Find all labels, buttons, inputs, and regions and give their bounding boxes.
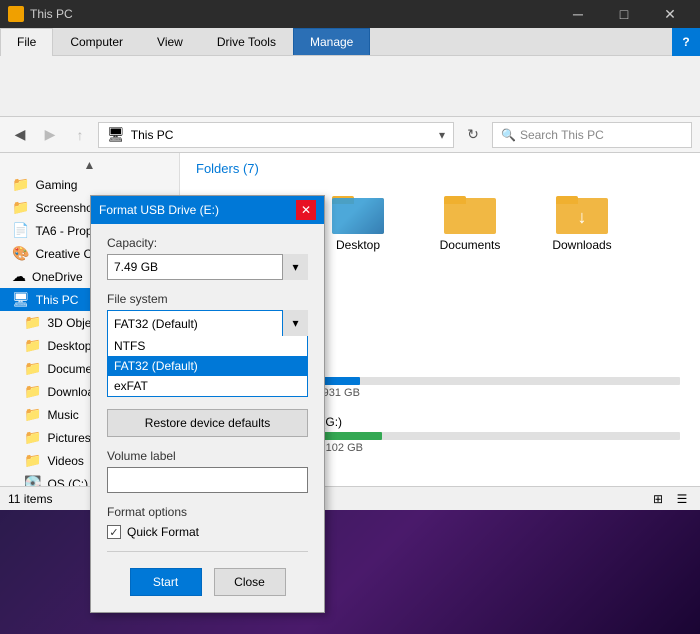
- dialog-buttons: Start Close: [107, 560, 308, 600]
- folder-downloads[interactable]: ↓ Downloads: [532, 188, 632, 256]
- filesystem-label: File system: [107, 292, 308, 306]
- quick-format-label: Quick Format: [127, 525, 199, 539]
- quick-format-row: Quick Format: [107, 525, 308, 539]
- os-c-icon: 💽: [24, 475, 41, 486]
- quick-format-checkbox[interactable]: [107, 525, 121, 539]
- tab-file[interactable]: File: [0, 28, 53, 56]
- view-buttons: ⊞ ☰: [648, 489, 692, 509]
- format-dialog: Format USB Drive (E:) ✕ Capacity: 7.49 G…: [90, 195, 325, 613]
- sidebar-item-gaming[interactable]: 📁 Gaming: [0, 173, 179, 196]
- capacity-wrapper: 7.49 GB ▾: [107, 254, 308, 280]
- dialog-title-bar: Format USB Drive (E:) ✕: [91, 196, 324, 224]
- onedrive-icon: ☁: [12, 268, 26, 285]
- folder-label: Downloads: [552, 238, 611, 252]
- title-bar-buttons: ─ □ ✕: [556, 0, 692, 28]
- sidebar-scroll-up[interactable]: ▲: [0, 157, 179, 173]
- volume-label-title: Volume label: [107, 449, 308, 463]
- minimize-button[interactable]: ─: [556, 0, 600, 28]
- ta6-icon: 📄: [12, 222, 29, 239]
- help-button[interactable]: ?: [672, 28, 700, 56]
- forward-button[interactable]: ▶: [38, 123, 62, 147]
- back-button[interactable]: ◀: [8, 123, 32, 147]
- start-button[interactable]: Start: [130, 568, 202, 596]
- filesystem-display[interactable]: FAT32 (Default): [107, 310, 308, 336]
- up-button[interactable]: ↑: [68, 123, 92, 147]
- dialog-title: Format USB Drive (E:): [99, 203, 219, 217]
- option-exfat[interactable]: exFAT: [108, 376, 307, 396]
- address-chevron: ▾: [439, 128, 445, 142]
- folder-documents-icon: [444, 192, 496, 234]
- gaming-icon: 📁: [12, 176, 29, 193]
- documents-icon: 📁: [24, 360, 41, 377]
- sidebar-item-label: Gaming: [35, 178, 77, 192]
- title-bar-text: This PC: [30, 7, 73, 21]
- refresh-button[interactable]: ↻: [460, 122, 486, 148]
- folder-documents[interactable]: Documents: [420, 188, 520, 256]
- ribbon-tabs: File Computer View Drive Tools Manage ?: [0, 28, 700, 56]
- tab-manage[interactable]: Manage: [293, 28, 370, 55]
- this-pc-icon: 🖥: [12, 291, 30, 308]
- tab-computer[interactable]: Computer: [53, 28, 140, 55]
- title-bar: This PC ─ □ ✕: [0, 0, 700, 28]
- creative-cloud-icon: 🎨: [12, 245, 29, 262]
- downloads-icon: 📁: [24, 383, 41, 400]
- sidebar-item-label: Pictures: [47, 431, 90, 445]
- desktop-icon: 📁: [24, 337, 41, 354]
- folder-downloads-icon: ↓: [556, 192, 608, 234]
- search-icon: 🔍: [501, 128, 516, 142]
- folder-label: Desktop: [336, 238, 380, 252]
- sidebar-item-label: Music: [47, 408, 78, 422]
- address-field[interactable]: 🖥 This PC ▾: [98, 122, 454, 148]
- tab-drive-tools[interactable]: Drive Tools: [200, 28, 293, 55]
- address-bar: ◀ ▶ ↑ 🖥 This PC ▾ ↻ 🔍 Search This PC: [0, 117, 700, 153]
- option-fat32[interactable]: FAT32 (Default): [108, 356, 307, 376]
- dialog-body: Capacity: 7.49 GB ▾ File system FAT32 (D…: [91, 224, 324, 612]
- format-options-title: Format options: [107, 505, 308, 519]
- filesystem-dropdown: NTFS FAT32 (Default) exFAT: [107, 335, 308, 397]
- address-pc-icon: 🖥: [107, 126, 125, 143]
- tab-view[interactable]: View: [140, 28, 200, 55]
- 3d-icon: 📁: [24, 314, 41, 331]
- search-field[interactable]: 🔍 Search This PC: [492, 122, 692, 148]
- item-count: 11 items: [8, 492, 52, 506]
- filesystem-wrapper: FAT32 (Default) ▾: [107, 310, 308, 336]
- address-path: This PC: [131, 128, 174, 142]
- maximize-button[interactable]: □: [602, 0, 646, 28]
- folder-icon: [8, 6, 24, 22]
- title-bar-left: This PC: [8, 6, 73, 22]
- folders-header: Folders (7): [196, 161, 684, 176]
- folder-desktop-icon: [332, 192, 384, 234]
- screenshots-icon: 📁: [12, 199, 29, 216]
- ribbon-content: [0, 56, 700, 116]
- volume-label-input[interactable]: [107, 467, 308, 493]
- list-view-button[interactable]: ☰: [672, 489, 692, 509]
- capacity-label: Capacity:: [107, 236, 308, 250]
- close-window-button[interactable]: ✕: [648, 0, 692, 28]
- folder-label: Documents: [440, 238, 501, 252]
- capacity-select[interactable]: 7.49 GB: [107, 254, 308, 280]
- filesystem-value: FAT32 (Default): [114, 317, 198, 331]
- dialog-divider: [107, 551, 308, 552]
- restore-defaults-button[interactable]: Restore device defaults: [107, 409, 308, 437]
- search-placeholder: Search This PC: [520, 128, 604, 142]
- music-icon: 📁: [24, 406, 41, 423]
- sidebar-item-label: Videos: [47, 454, 83, 468]
- grid-view-button[interactable]: ⊞: [648, 489, 668, 509]
- dialog-close-button[interactable]: ✕: [296, 200, 316, 220]
- sidebar-item-label: Desktop: [47, 339, 91, 353]
- sidebar-item-label: This PC: [36, 293, 79, 307]
- format-options-section: Format options Quick Format: [107, 505, 308, 539]
- option-ntfs[interactable]: NTFS: [108, 336, 307, 356]
- close-dialog-button[interactable]: Close: [214, 568, 286, 596]
- sidebar-item-label: OS (C:): [47, 477, 88, 487]
- videos-icon: 📁: [24, 452, 41, 469]
- ribbon: File Computer View Drive Tools Manage ?: [0, 28, 700, 117]
- sidebar-item-label: OneDrive: [32, 270, 83, 284]
- pictures-icon: 📁: [24, 429, 41, 446]
